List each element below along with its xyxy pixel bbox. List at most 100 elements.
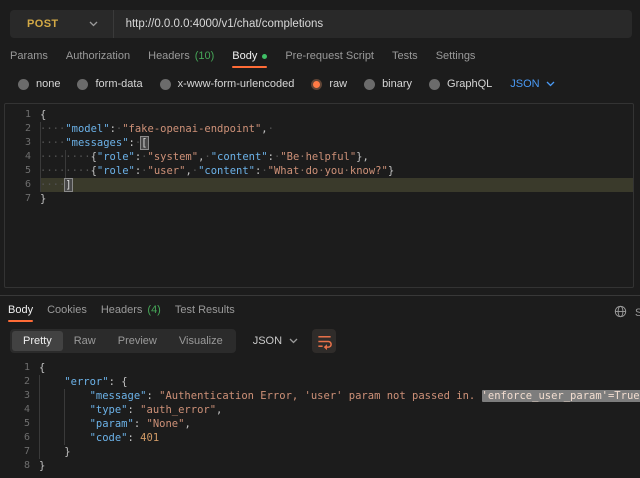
- chevron-down-icon: [546, 81, 555, 87]
- code-line[interactable]: 4········{"role":·"system",·"content":·"…: [5, 150, 633, 164]
- code-token: }: [39, 460, 45, 472]
- code-token: helpful": [306, 151, 357, 163]
- tab-params[interactable]: Params: [10, 50, 48, 68]
- tab-label: Body: [8, 304, 33, 316]
- view-switcher: PrettyRawPreviewVisualize: [10, 329, 236, 353]
- code-line[interactable]: 3 "message": "Authentication Error, 'use…: [4, 389, 640, 403]
- line-number: 4: [5, 150, 40, 164]
- code-line[interactable]: 2····"model":·"fake-openai-endpoint",·: [5, 122, 633, 136]
- view-pretty[interactable]: Pretty: [12, 331, 63, 351]
- request-body-editor[interactable]: 1{2····"model":·"fake-openai-endpoint",·…: [4, 103, 634, 288]
- radio-label: binary: [382, 78, 412, 90]
- body-type-none[interactable]: none: [18, 78, 60, 90]
- code-token: you: [325, 165, 344, 177]
- body-type-form-data[interactable]: form-data: [77, 78, 142, 90]
- body-type-bar: none form-data x-www-form-urlencoded raw bin…: [18, 78, 555, 90]
- view-raw[interactable]: Raw: [63, 331, 107, 351]
- selected-text: 'enforce_user_param'=True": [482, 390, 640, 402]
- tab-settings[interactable]: Settings: [436, 50, 476, 68]
- code-line[interactable]: 6 "code": 401: [4, 431, 640, 445]
- view-preview[interactable]: Preview: [107, 331, 168, 351]
- code-token: "messages": [65, 137, 128, 149]
- indent-guide: [39, 375, 40, 389]
- code-token: "type": [90, 404, 128, 416]
- line-number: 3: [4, 389, 39, 403]
- response-language-dropdown[interactable]: JSON: [253, 335, 298, 347]
- code-token: {: [40, 109, 46, 121]
- wrap-text-icon: [316, 333, 333, 350]
- line-number: 3: [5, 136, 40, 150]
- view-visualize[interactable]: Visualize: [168, 331, 234, 351]
- response-tab-headers[interactable]: Headers(4): [101, 304, 161, 322]
- radio-icon: [160, 79, 171, 90]
- tab-authorization[interactable]: Authorization: [66, 50, 130, 68]
- code-line[interactable]: 1{: [5, 108, 633, 122]
- code-line[interactable]: 4 "type": "auth_error",: [4, 403, 640, 417]
- code-line[interactable]: 1{: [4, 361, 640, 375]
- tab-body[interactable]: Body: [232, 50, 267, 68]
- tab-pre-request-script[interactable]: Pre-request Script: [285, 50, 374, 68]
- indent-guide: [39, 431, 40, 445]
- code-line[interactable]: 7}: [5, 192, 633, 206]
- line-number: 2: [4, 375, 39, 389]
- globe-icon[interactable]: [614, 305, 627, 318]
- indent-guide: [64, 403, 65, 417]
- code-content: "message": "Authentication Error, 'user'…: [39, 389, 640, 403]
- radio-icon: [364, 79, 375, 90]
- code-content: }: [40, 192, 633, 206]
- code-line[interactable]: 7 }: [4, 445, 640, 459]
- body-type-graphql[interactable]: GraphQL: [429, 78, 492, 90]
- body-type-raw[interactable]: raw: [311, 78, 347, 90]
- code-token: know?": [350, 165, 388, 177]
- tab-headers[interactable]: Headers(10): [148, 50, 214, 68]
- code-line[interactable]: 2 "error": {: [4, 375, 640, 389]
- indent-guide: [65, 164, 66, 178]
- line-number: 8: [4, 459, 39, 473]
- body-type-binary[interactable]: binary: [364, 78, 412, 90]
- code-line[interactable]: 5 "param": "None",: [4, 417, 640, 431]
- request-url-bar: POST http://0.0.0.0:4000/v1/chat/complet…: [10, 10, 632, 38]
- code-line[interactable]: 3····"messages":·[: [5, 136, 633, 150]
- line-number: 1: [5, 108, 40, 122]
- code-line[interactable]: 8}: [4, 459, 640, 473]
- code-token: },: [356, 151, 369, 163]
- code-token: ····: [40, 179, 65, 191]
- request-language-dropdown[interactable]: JSON: [510, 78, 554, 90]
- body-type-x-www-form-urlencoded[interactable]: x-www-form-urlencoded: [160, 78, 295, 90]
- url-input[interactable]: http://0.0.0.0:4000/v1/chat/completions: [126, 18, 324, 30]
- wrap-text-button[interactable]: [312, 329, 336, 353]
- code-content: "error": {: [39, 375, 640, 389]
- code-token: "user": [148, 165, 186, 177]
- code-token: "content": [198, 165, 255, 177]
- code-token: ·: [268, 123, 274, 135]
- indent-guide: [65, 150, 66, 164]
- code-token: "system": [148, 151, 199, 163]
- code-line[interactable]: 5········{"role":·"user",·"content":·"Wh…: [5, 164, 633, 178]
- radio-label: none: [36, 78, 60, 90]
- indent-guide: [64, 389, 65, 403]
- request-language-label: JSON: [510, 78, 539, 90]
- code-content: {: [39, 361, 640, 375]
- method-label: POST: [10, 18, 59, 30]
- line-number: 2: [5, 122, 40, 136]
- response-tab-cookies[interactable]: Cookies: [47, 304, 87, 322]
- radio-icon: [311, 79, 322, 90]
- code-token: do: [306, 165, 319, 177]
- tab-tests[interactable]: Tests: [392, 50, 418, 68]
- status-text-clipped: S: [635, 307, 640, 319]
- response-tab-body[interactable]: Body: [8, 304, 33, 322]
- line-number: 4: [4, 403, 39, 417]
- response-body-editor[interactable]: 1{2 "error": {3 "message": "Authenticati…: [4, 357, 640, 473]
- code-content: ····"messages":·[: [40, 136, 633, 150]
- response-tab-test-results[interactable]: Test Results: [175, 304, 235, 322]
- indent-guide: [40, 122, 41, 136]
- line-number: 5: [5, 164, 40, 178]
- code-line[interactable]: 6····]: [5, 178, 633, 192]
- line-number: 6: [4, 431, 39, 445]
- code-token: "role": [97, 165, 135, 177]
- indent-guide: [39, 389, 40, 403]
- code-token: }: [64, 446, 70, 458]
- indent-guide: [40, 164, 41, 178]
- method-dropdown[interactable]: POST: [10, 18, 98, 30]
- code-content: ········{"role":·"system",·"content":·"B…: [40, 150, 633, 164]
